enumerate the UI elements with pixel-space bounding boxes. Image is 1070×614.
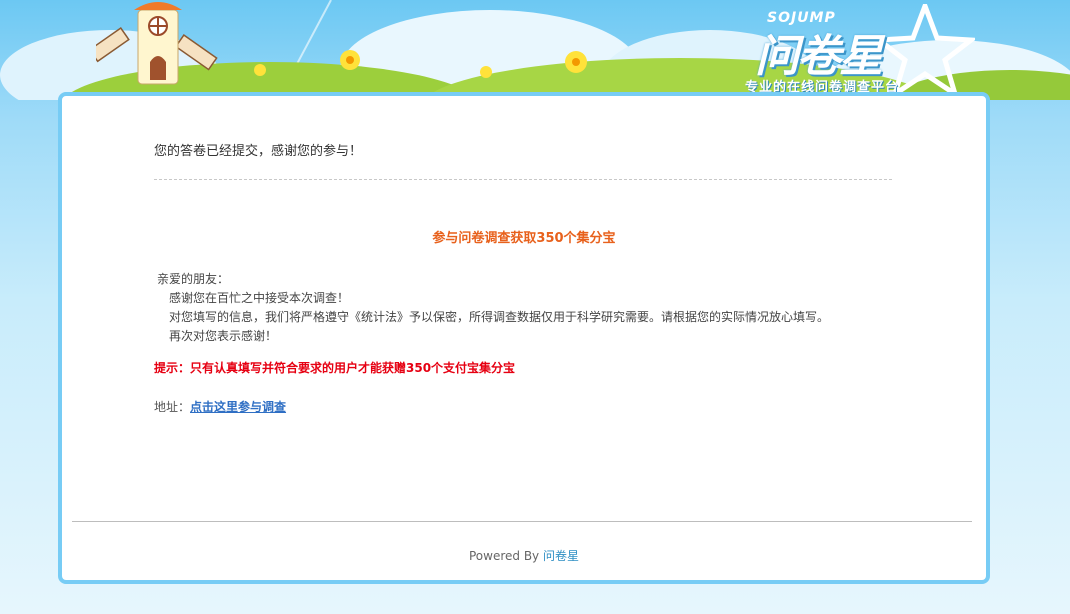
flower-icon [254,64,266,76]
flower-icon [565,51,587,73]
windmill-icon [96,2,218,85]
content-card: 您的答卷已经提交，感谢您的参与！ 参与问卷调查获取350个集分宝 亲爱的朋友： … [58,92,990,584]
address-label: 地址： [154,400,191,414]
greeting: 亲爱的朋友： [157,272,230,286]
letter-line: 感谢您在百忙之中接受本次调查！ [169,291,350,305]
tip-text: 提示：只有认真填写并符合要求的用户才能获赠350个支付宝集分宝 [154,361,516,375]
letter-line: 对您填写的信息，我们将严格遵守《统计法》予以保密，所得调查数据仅用于科学研究需要… [169,310,830,324]
letter-body: 亲爱的朋友： 感谢您在百忙之中接受本次调查！ 对您填写的信息，我们将严格遵守《统… [157,270,829,346]
flower-icon [480,66,492,78]
divider [154,179,892,180]
address-row: 地址：点击这里参与调查 [154,398,286,415]
powered-by-link[interactable]: 问卷星 [543,549,579,563]
survey-link[interactable]: 点击这里参与调查 [190,400,286,414]
powered-by: Powered By 问卷星 [62,547,986,564]
footer-divider [72,521,972,522]
submit-confirmation: 您的答卷已经提交，感谢您的参与！ [154,144,363,159]
logo-text: 问卷星 [755,31,883,82]
promo-title: 参与问卷调查获取350个集分宝 [432,231,616,246]
logo[interactable]: SOJUMP 问卷星 专业的在线问卷调查平台 [745,4,975,96]
header-banner: SOJUMP 问卷星 专业的在线问卷调查平台 [0,0,1070,100]
flower-icon [340,50,360,70]
letter-line: 再次对您表示感谢！ [169,329,278,343]
powered-by-label: Powered By [468,549,540,563]
